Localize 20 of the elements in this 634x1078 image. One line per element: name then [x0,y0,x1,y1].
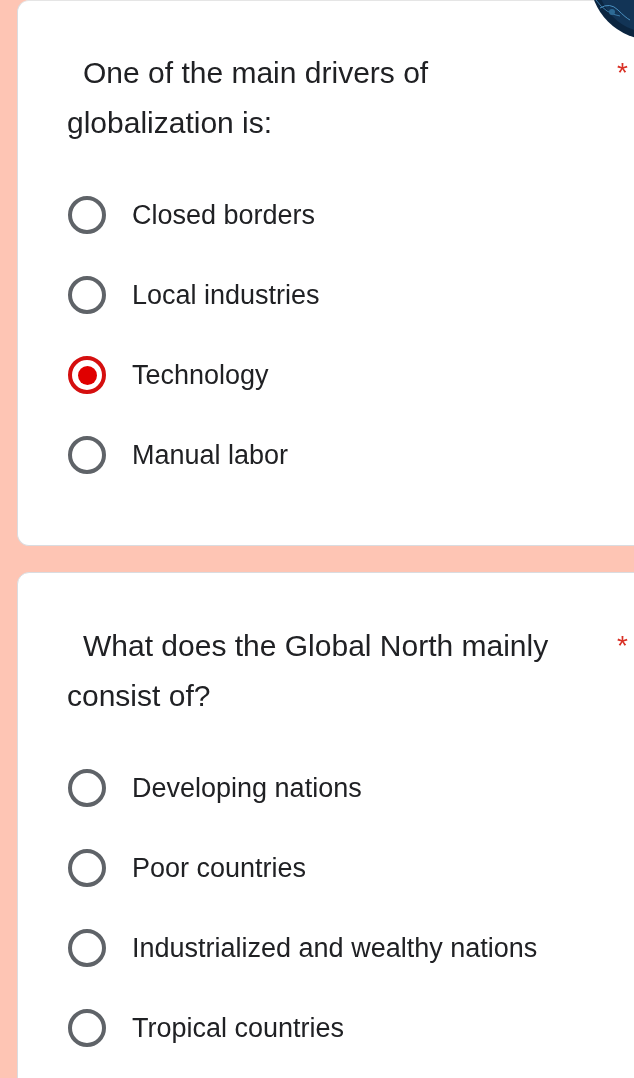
radio-button[interactable] [68,436,106,474]
option-label: Tropical countries [132,1011,345,1045]
radio-button[interactable] [68,1009,106,1047]
required-asterisk: * [617,629,628,663]
radio-button[interactable] [68,276,106,314]
option-label: Poor countries [132,851,307,885]
question-text: What does the Global North mainly consist of? [67,628,550,714]
radio-button[interactable] [68,929,106,967]
required-asterisk: * [617,56,628,90]
question-text: One of the main drivers of globalization is: [67,55,430,141]
option-label: Manual labor [132,438,289,472]
option-label: Local industries [132,278,320,312]
option-label: Industrialized and wealthy nations [132,931,538,965]
radio-button[interactable] [68,196,106,234]
radio-button[interactable] [68,356,106,394]
radio-button[interactable] [68,769,106,807]
option-label: Closed borders [132,198,316,232]
option-label: Developing nations [132,771,362,805]
radio-button[interactable] [68,849,106,887]
option-label: Technology [132,358,269,392]
